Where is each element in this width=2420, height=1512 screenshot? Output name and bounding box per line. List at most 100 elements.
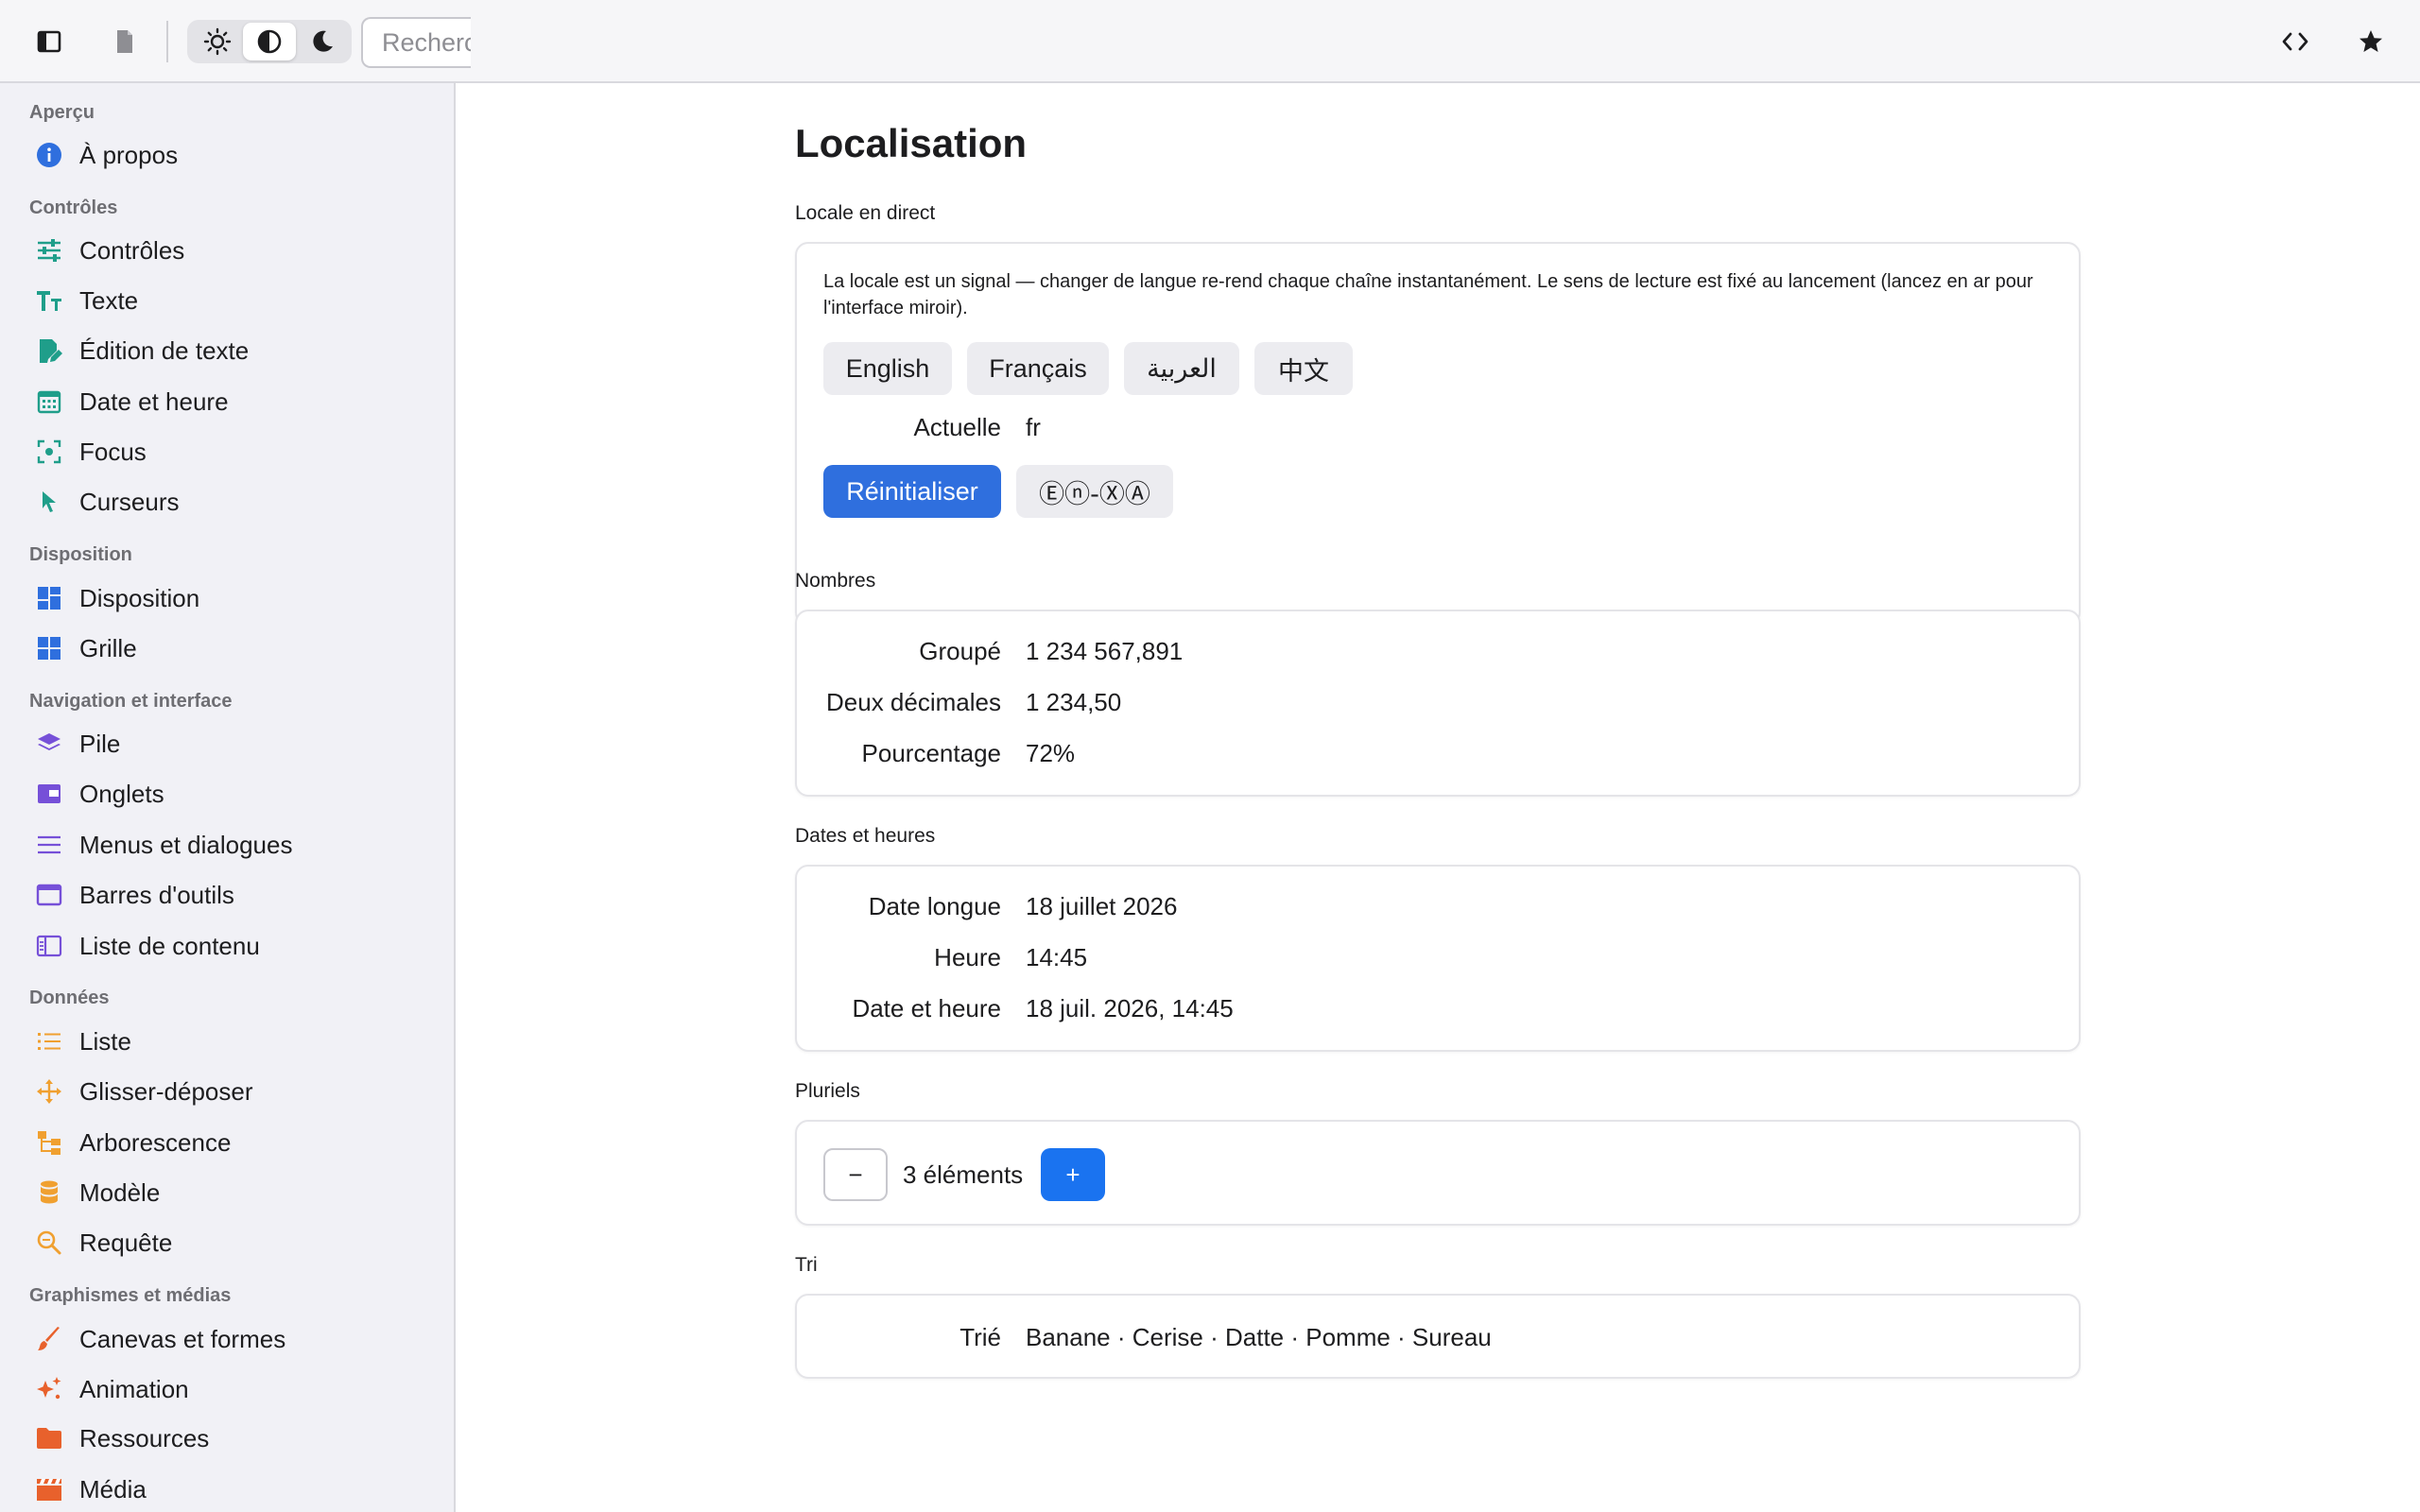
moon-icon[interactable] [295,23,348,60]
sidebar-item-label: Curseurs [79,487,180,516]
row-key: Groupé [919,636,1001,665]
dates-card: Date longue 18 juillet 2026 Heure 14:45 … [795,865,2081,1052]
sidebar-item-requete[interactable]: Requête [26,1220,442,1265]
sidebar-item-grille[interactable]: Grille [26,626,442,671]
database-icon [26,1170,72,1215]
sidebar-item-animation[interactable]: Animation [26,1366,442,1412]
sidebar-item-ressources[interactable]: Ressources [26,1416,442,1461]
row-key: Date et heure [852,993,1001,1022]
row-value: 1 234,50 [1026,687,1122,716]
layout-icon [26,576,72,621]
sparkle-icon [26,1366,72,1412]
sidebar-item-glisser-deposer[interactable]: Glisser-déposer [26,1069,442,1114]
sidebar-item-label: Canevas et formes [79,1324,286,1353]
search-input[interactable] [363,19,471,66]
sorted-row: Trié Banane · Cerise · Datte · Pomme · S… [797,1314,2083,1360]
row-key: Actuelle [913,412,1002,441]
group-label: Tri [795,1254,818,1276]
pseudo-locale-button[interactable]: Ⓔⓝ-ⓍⒶ [1016,465,1173,518]
contrast-icon[interactable] [243,23,296,60]
sidebar-item-onglets[interactable]: Onglets [26,771,442,816]
calendar-icon [26,379,72,424]
group-label: Dates et heures [795,825,936,847]
number-row: Deux décimales 1 234,50 [797,679,2083,725]
sidebar-item-edition-de-texte[interactable]: Édition de texte [26,328,442,373]
sidebar-item-label: Liste de contenu [79,931,260,960]
query-icon [26,1220,72,1265]
sidebar-item-label: Grille [79,633,137,662]
theme-switcher [187,20,352,63]
sidebar-item-a-propos[interactable]: À propos [26,132,442,178]
page-title: Localisation [795,121,1028,165]
language-button-chinese[interactable]: 中文 [1254,342,1353,395]
star-icon[interactable] [2350,21,2392,62]
language-label: 中文 [1278,356,1329,387]
sidebar-item-liste-de-contenu[interactable]: Liste de contenu [26,923,442,969]
clapper-icon [26,1467,72,1512]
search-field[interactable] [361,17,471,68]
content-list-icon [26,923,72,969]
sidebar-item-pile[interactable]: Pile [26,721,442,766]
stack-icon [26,721,72,766]
language-button-arabic[interactable]: العربية [1124,342,1239,395]
row-key: Deux décimales [826,687,1001,716]
sliders-icon [26,228,72,273]
group-label: Nombres [795,570,876,592]
sidebar-item-modele[interactable]: Modèle [26,1170,442,1215]
focus-icon [26,429,72,474]
sidebar-section-title: Graphismes et médias [29,1285,232,1306]
menu-icon [26,822,72,868]
text-size-icon [26,278,72,323]
sidebar-item-label: Disposition [79,583,200,612]
sidebar-section-title: Aperçu [29,102,95,123]
sidebar-item-date-et-heure[interactable]: Date et heure [26,379,442,424]
sidebar-item-label: Onglets [79,779,164,808]
edit-document-icon [26,328,72,373]
sidebar-item-barres-d-outils[interactable]: Barres d'outils [26,872,442,918]
language-label: العربية [1147,353,1217,384]
language-label: English [845,353,930,383]
sidebar-item-arborescence[interactable]: Arborescence [26,1120,442,1165]
sun-icon[interactable] [191,23,244,60]
row-key: Trié [959,1322,1001,1351]
sidebar-item-liste[interactable]: Liste [26,1019,442,1064]
sidebar-item-label: Média [79,1474,147,1503]
language-button-francais[interactable]: Français [967,342,1109,395]
main-content: Localisation Locale en direct La locale … [456,83,2420,1512]
sidebar-item-menus-et-dialogues[interactable]: Menus et dialogues [26,822,442,868]
sidebar-item-focus[interactable]: Focus [26,429,442,474]
increment-button[interactable]: + [1041,1148,1105,1201]
language-button-english[interactable]: English [823,342,952,395]
row-value: Banane · Cerise · Datte · Pomme · Sureau [1026,1322,1492,1351]
decrement-button[interactable]: − [823,1148,888,1201]
sidebar-item-label: Liste [79,1026,131,1056]
sidebar-item-label: Édition de texte [79,335,250,365]
row-key: Date longue [868,891,1001,920]
sidebar-item-media[interactable]: Média [26,1467,442,1512]
document-icon[interactable] [104,21,146,62]
tabs-icon [26,771,72,816]
language-label: Français [989,353,1087,383]
sidebar-item-canevas-et-formes[interactable]: Canevas et formes [26,1316,442,1362]
row-value: 18 juil. 2026, 14:45 [1026,993,1234,1022]
sidebar-item-disposition[interactable]: Disposition [26,576,442,621]
code-icon[interactable] [2274,21,2316,62]
sidebar-item-label: Date et heure [79,387,229,416]
sidebar-section-title: Navigation et interface [29,691,233,712]
sidebar-section-title: Disposition [29,544,132,565]
locale-description: La locale est un signal — changer de lan… [823,271,2033,318]
tree-icon [26,1120,72,1165]
sidebar-section-title: Contrôles [29,198,118,218]
row-value: 72% [1026,738,1076,767]
sidebar-item-curseurs[interactable]: Curseurs [26,479,442,524]
sidebar-item-label: Requête [79,1228,173,1257]
date-row: Date longue 18 juillet 2026 [797,884,2083,929]
reset-button[interactable]: Réinitialiser [823,465,1001,518]
sidebar-item-controles[interactable]: Contrôles [26,228,442,273]
sidebar-item-label: Animation [79,1374,189,1403]
sidebar-section-title: Données [29,988,110,1008]
sidebar-item-label: Barres d'outils [79,880,234,909]
sidebar-toggle-icon[interactable] [28,21,70,62]
cursor-icon [26,479,72,524]
sidebar-item-texte[interactable]: Texte [26,278,442,323]
